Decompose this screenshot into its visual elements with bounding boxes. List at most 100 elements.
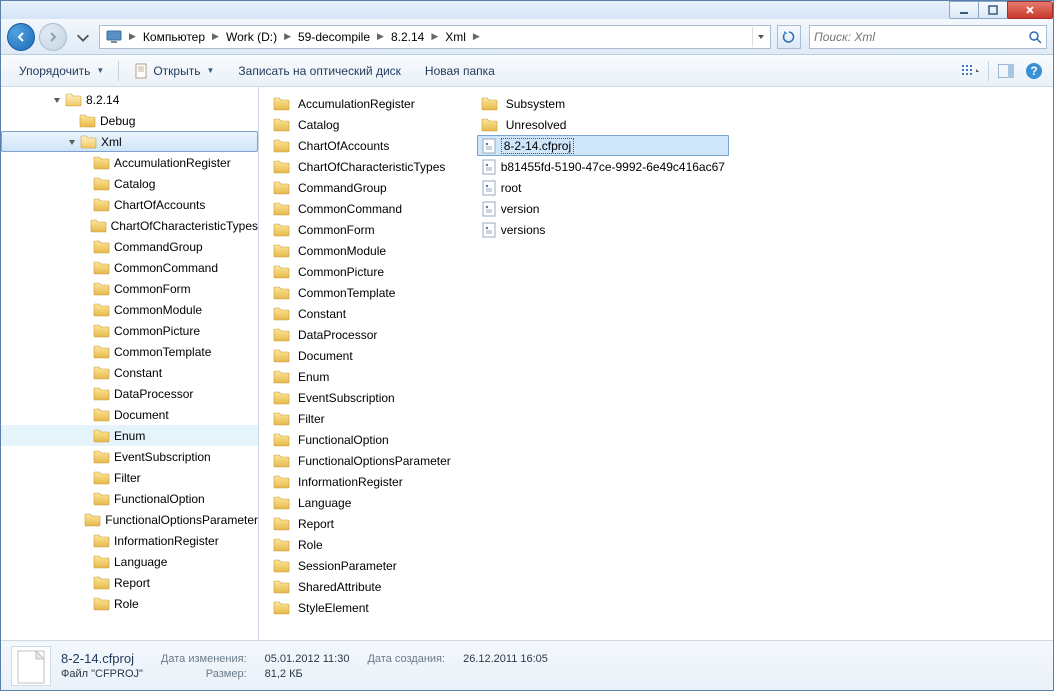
expand-icon[interactable] bbox=[79, 451, 91, 463]
tree-item[interactable]: InformationRegister bbox=[1, 530, 258, 551]
folder-item[interactable]: Unresolved bbox=[477, 114, 729, 135]
chevron-right-icon[interactable]: ▶ bbox=[281, 31, 294, 42]
folder-item[interactable]: InformationRegister bbox=[269, 471, 455, 492]
minimize-button[interactable] bbox=[949, 1, 979, 19]
expand-icon[interactable] bbox=[51, 94, 63, 106]
expand-icon[interactable] bbox=[79, 178, 91, 190]
tree-item[interactable]: CommonForm bbox=[1, 278, 258, 299]
maximize-button[interactable] bbox=[978, 1, 1008, 19]
folder-item[interactable]: SessionParameter bbox=[269, 555, 455, 576]
refresh-button[interactable] bbox=[777, 25, 801, 49]
expand-icon[interactable] bbox=[66, 136, 78, 148]
search-icon[interactable] bbox=[1028, 30, 1042, 44]
folder-item[interactable]: ChartOfAccounts bbox=[269, 135, 455, 156]
expand-icon[interactable] bbox=[79, 157, 91, 169]
breadcrumb-item[interactable]: 8.2.14 bbox=[387, 28, 428, 46]
file-item[interactable]: versions bbox=[477, 219, 729, 240]
tree-item[interactable]: Catalog bbox=[1, 173, 258, 194]
view-options-button[interactable] bbox=[960, 60, 982, 82]
folder-item[interactable]: DataProcessor bbox=[269, 324, 455, 345]
expand-icon[interactable] bbox=[79, 199, 91, 211]
tree-item[interactable]: CommandGroup bbox=[1, 236, 258, 257]
folder-item[interactable]: FunctionalOptionsParameter bbox=[269, 450, 455, 471]
expand-icon[interactable] bbox=[79, 577, 91, 589]
folder-item[interactable]: ChartOfCharacteristicTypes bbox=[269, 156, 455, 177]
address-bar[interactable]: ▶ Компьютер▶ Work (D:)▶ 59-decompile▶ 8.… bbox=[99, 25, 771, 49]
tree-item[interactable]: CommonModule bbox=[1, 299, 258, 320]
open-button[interactable]: Открыть▼ bbox=[123, 59, 224, 83]
tree-item[interactable]: ChartOfCharacteristicTypes bbox=[1, 215, 258, 236]
tree-item[interactable]: FunctionalOptionsParameter bbox=[1, 509, 258, 530]
folder-item[interactable]: Filter bbox=[269, 408, 455, 429]
expand-icon[interactable] bbox=[79, 304, 91, 316]
expand-icon[interactable] bbox=[79, 325, 91, 337]
folder-item[interactable]: CommonModule bbox=[269, 240, 455, 261]
tree-item[interactable]: Xml bbox=[1, 131, 258, 152]
folder-item[interactable]: Language bbox=[269, 492, 455, 513]
expand-icon[interactable] bbox=[79, 367, 91, 379]
search-box[interactable] bbox=[809, 25, 1047, 49]
folder-item[interactable]: Enum bbox=[269, 366, 455, 387]
tree-item[interactable]: EventSubscription bbox=[1, 446, 258, 467]
expand-icon[interactable] bbox=[79, 241, 91, 253]
tree-item[interactable]: Document bbox=[1, 404, 258, 425]
breadcrumb-item[interactable]: Компьютер bbox=[139, 28, 209, 46]
folder-item[interactable]: Catalog bbox=[269, 114, 455, 135]
folder-item[interactable]: Document bbox=[269, 345, 455, 366]
tree-item[interactable]: AccumulationRegister bbox=[1, 152, 258, 173]
folder-item[interactable]: Subsystem bbox=[477, 93, 729, 114]
tree-item[interactable]: CommonPicture bbox=[1, 320, 258, 341]
search-input[interactable] bbox=[814, 30, 1028, 44]
expand-icon[interactable] bbox=[79, 556, 91, 568]
tree-item[interactable]: Debug bbox=[1, 110, 258, 131]
folder-item[interactable]: CommonForm bbox=[269, 219, 455, 240]
folder-item[interactable]: SharedAttribute bbox=[269, 576, 455, 597]
address-dropdown[interactable] bbox=[752, 27, 768, 47]
organize-button[interactable]: Упорядочить▼ bbox=[9, 60, 114, 82]
tree-item[interactable]: Enum bbox=[1, 425, 258, 446]
expand-icon[interactable] bbox=[79, 598, 91, 610]
expand-icon[interactable] bbox=[65, 115, 77, 127]
expand-icon[interactable] bbox=[79, 283, 91, 295]
breadcrumb-item[interactable]: 59-decompile bbox=[294, 28, 374, 46]
folder-item[interactable]: CommonPicture bbox=[269, 261, 455, 282]
expand-icon[interactable] bbox=[79, 493, 91, 505]
expand-icon[interactable] bbox=[79, 430, 91, 442]
new-folder-button[interactable]: Новая папка bbox=[415, 60, 505, 82]
folder-item[interactable]: StyleElement bbox=[269, 597, 455, 618]
folder-item[interactable]: CommonTemplate bbox=[269, 282, 455, 303]
folder-tree[interactable]: 8.2.14DebugXmlAccumulationRegisterCatalo… bbox=[1, 87, 259, 640]
expand-icon[interactable] bbox=[79, 409, 91, 421]
chevron-right-icon[interactable]: ▶ bbox=[209, 31, 222, 42]
expand-icon[interactable] bbox=[79, 388, 91, 400]
file-list[interactable]: AccumulationRegisterCatalogChartOfAccoun… bbox=[259, 87, 1053, 640]
expand-icon[interactable] bbox=[79, 220, 88, 232]
expand-icon[interactable] bbox=[79, 346, 91, 358]
breadcrumb-item[interactable]: Xml bbox=[441, 28, 470, 46]
tree-item[interactable]: 8.2.14 bbox=[1, 89, 258, 110]
burn-button[interactable]: Записать на оптический диск bbox=[228, 60, 411, 82]
tree-item[interactable]: Filter bbox=[1, 467, 258, 488]
folder-item[interactable]: Report bbox=[269, 513, 455, 534]
nav-forward-button[interactable] bbox=[39, 23, 67, 51]
preview-pane-button[interactable] bbox=[995, 60, 1017, 82]
tree-item[interactable]: FunctionalOption bbox=[1, 488, 258, 509]
tree-item[interactable]: DataProcessor bbox=[1, 383, 258, 404]
tree-item[interactable]: ChartOfAccounts bbox=[1, 194, 258, 215]
expand-icon[interactable] bbox=[79, 472, 91, 484]
chevron-right-icon[interactable]: ▶ bbox=[126, 31, 139, 42]
folder-item[interactable]: FunctionalOption bbox=[269, 429, 455, 450]
folder-item[interactable]: Constant bbox=[269, 303, 455, 324]
file-item[interactable]: root bbox=[477, 177, 729, 198]
close-button[interactable] bbox=[1007, 1, 1053, 19]
folder-item[interactable]: Role bbox=[269, 534, 455, 555]
tree-item[interactable]: Constant bbox=[1, 362, 258, 383]
tree-item[interactable]: CommonTemplate bbox=[1, 341, 258, 362]
chevron-right-icon[interactable]: ▶ bbox=[374, 31, 387, 42]
expand-icon[interactable] bbox=[79, 535, 91, 547]
tree-item[interactable]: Role bbox=[1, 593, 258, 614]
chevron-down-icon[interactable] bbox=[74, 28, 92, 46]
tree-item[interactable]: Language bbox=[1, 551, 258, 572]
folder-item[interactable]: EventSubscription bbox=[269, 387, 455, 408]
breadcrumb-item[interactable]: Work (D:) bbox=[222, 28, 281, 46]
